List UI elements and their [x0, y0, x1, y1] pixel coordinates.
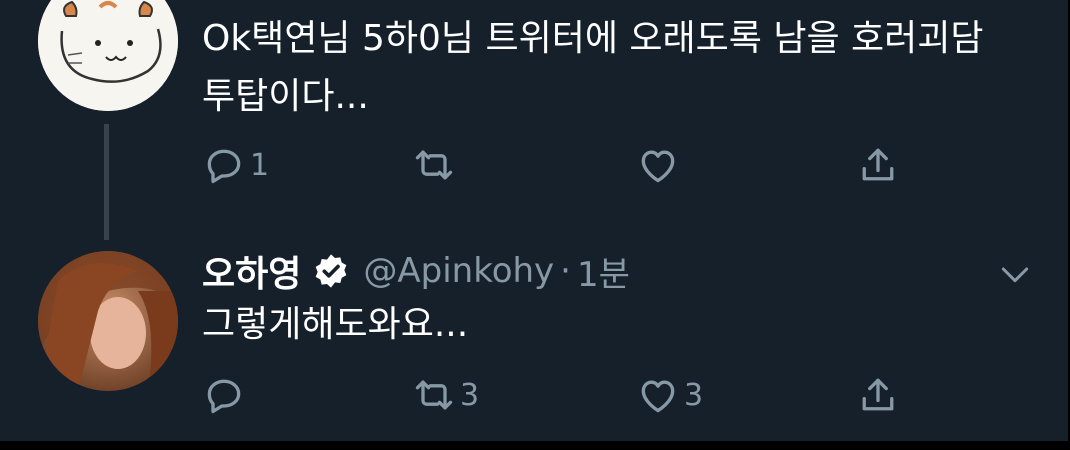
tweet-text: Ok택연님 5하0님 트위터에 오래도록 남을 호러괴담 투탑이다... [202, 10, 984, 126]
retweet-icon [415, 150, 453, 180]
retweet-count: 3 [460, 377, 480, 413]
retweet-button[interactable]: 3 [412, 370, 479, 420]
verified-badge-icon [316, 254, 347, 288]
share-icon [862, 378, 894, 411]
avatar[interactable] [38, 251, 178, 391]
like-button[interactable]: 3 [636, 370, 703, 420]
tweet-header: 오하영 @Apinkohy · 1분 [202, 243, 630, 299]
reply-count: 1 [250, 147, 270, 183]
share-button[interactable] [856, 140, 900, 190]
share-button[interactable] [856, 370, 900, 420]
retweet-icon [415, 380, 453, 410]
thread-connector-line [104, 124, 109, 240]
reply-icon [207, 379, 241, 414]
retweet-button[interactable] [412, 140, 460, 190]
like-icon [641, 150, 675, 183]
like-icon [641, 380, 675, 413]
tweet-text-line-1: Ok택연님 5하0님 트위터에 오래도록 남을 호러괴담 [202, 18, 984, 59]
chevron-down-icon[interactable] [995, 254, 1035, 294]
tweet-text-line-2: 투탑이다... [202, 76, 369, 117]
cartoon-avatar-image [38, 0, 178, 111]
tweet-text: 그렇게해도와요... [202, 296, 468, 354]
tweet-actions: 3 3 [202, 370, 922, 420]
avatar[interactable] [38, 0, 178, 111]
timestamp[interactable]: 1분 [577, 247, 630, 296]
tweet-text-line-1: 그렇게해도와요... [202, 304, 469, 345]
user-handle[interactable]: @Apinkohy [363, 251, 554, 291]
timeline: Ok택연님 5하0님 트위터에 오래도록 남을 호러괴담 투탑이다... 1 오… [0, 0, 1068, 441]
reply-button[interactable]: 1 [202, 140, 269, 190]
profile-photo-image [38, 251, 178, 391]
like-button[interactable] [636, 140, 684, 190]
display-name[interactable]: 오하영 [202, 245, 301, 297]
like-count: 3 [684, 377, 704, 413]
tweet-actions: 1 [202, 140, 922, 190]
reply-button[interactable] [202, 370, 250, 420]
share-icon [862, 148, 894, 181]
separator-dot: · [560, 251, 571, 291]
reply-icon [207, 149, 241, 184]
